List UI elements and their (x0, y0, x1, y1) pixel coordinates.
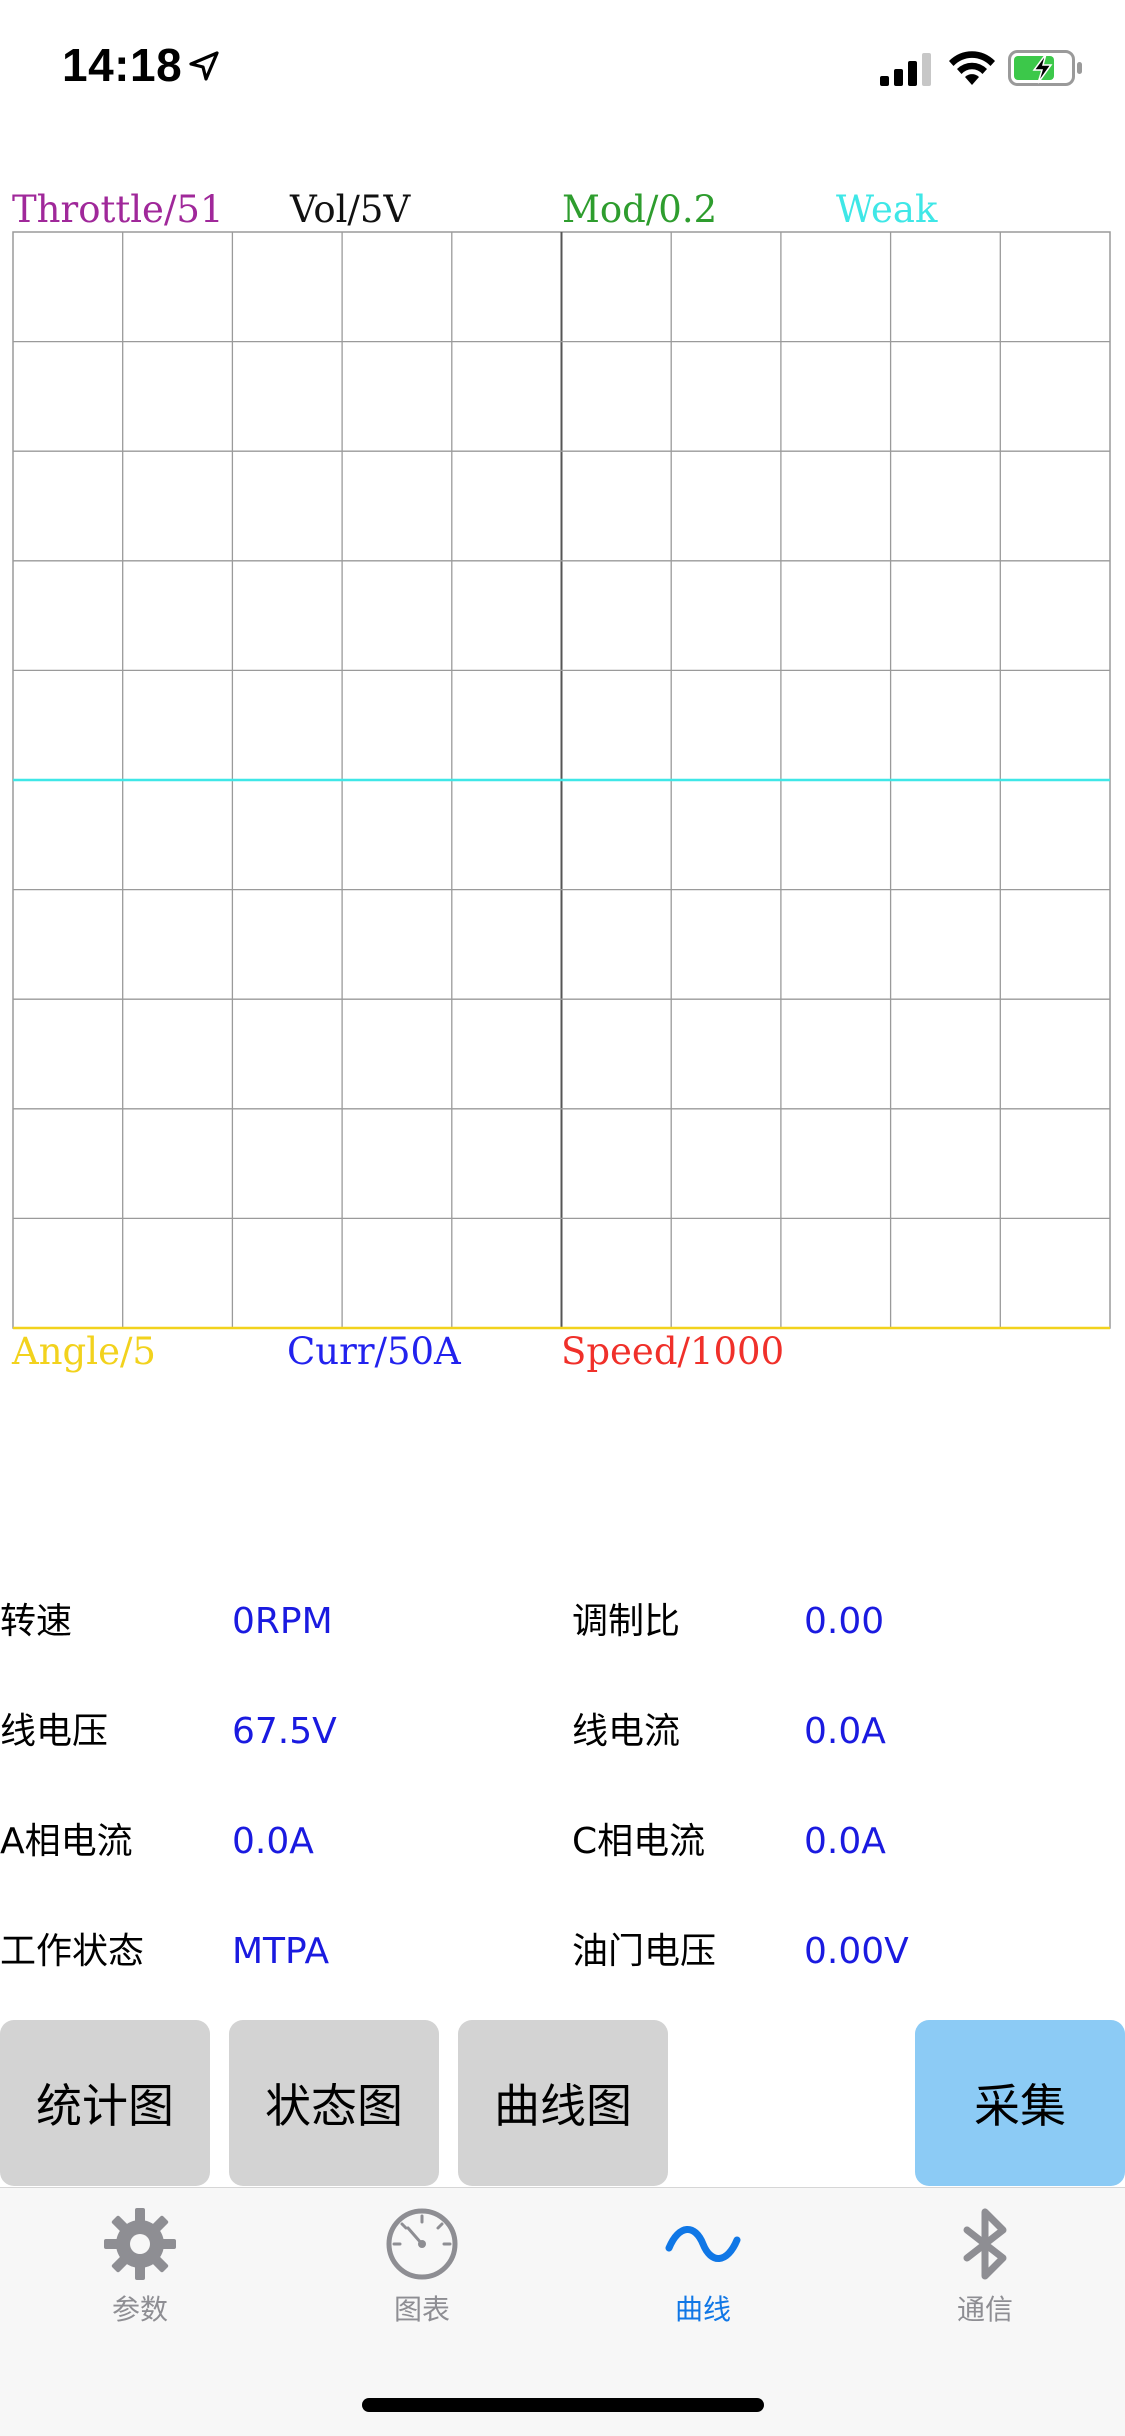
tab-params[interactable]: 参数 (40, 2206, 240, 2336)
tab-label-curves: 曲线 (674, 2293, 731, 2326)
reading-value-throttle-voltage: 0.00V (804, 1931, 909, 1972)
tab-curves[interactable]: 曲线 (603, 2206, 803, 2336)
tab-label-charts: 图表 (393, 2293, 450, 2326)
reading-label-throttle-voltage: 油门电压 (572, 1931, 717, 1972)
reading-label-modulation: 调制比 (572, 1601, 681, 1642)
chart-label-current: Curr/50A (287, 1330, 461, 1373)
tab-comm[interactable]: 通信 (885, 2206, 1085, 2336)
chart-grid (12, 231, 1111, 1330)
collect-button[interactable]: 采集 (915, 2020, 1125, 2186)
curve-chart-button[interactable]: 曲线图 (458, 2020, 668, 2186)
reading-value-line-current: 0.0A (804, 1711, 886, 1752)
reading-label-work-state: 工作状态 (0, 1931, 145, 1972)
gauge-icon (386, 2208, 458, 2280)
reading-value-phase-a-current: 0.0A (232, 1821, 314, 1862)
tab-bar: 参数 图表 曲线 通信 (0, 2187, 1125, 2436)
chart-label-angle: Angle/5 (12, 1330, 156, 1373)
tab-label-comm: 通信 (956, 2293, 1013, 2326)
reading-label-phase-a-current: A相电流 (0, 1821, 133, 1862)
wave-icon (665, 2226, 741, 2262)
home-indicator (362, 2398, 764, 2412)
reading-value-modulation: 0.00 (804, 1601, 885, 1642)
reading-value-line-voltage: 67.5V (232, 1711, 337, 1752)
bluetooth-icon (963, 2208, 1007, 2280)
reading-label-line-voltage: 线电压 (0, 1711, 109, 1752)
reading-value-work-state: MTPA (232, 1931, 330, 1972)
tab-charts[interactable]: 图表 (322, 2206, 522, 2336)
reading-label-speed: 转速 (0, 1601, 73, 1642)
state-chart-button[interactable]: 状态图 (229, 2020, 439, 2186)
gear-icon (104, 2208, 176, 2280)
chart-label-speed: Speed/1000 (561, 1330, 785, 1373)
stats-chart-button[interactable]: 统计图 (0, 2020, 210, 2186)
reading-value-phase-c-current: 0.0A (804, 1821, 886, 1862)
tab-label-params: 参数 (111, 2293, 168, 2326)
reading-label-phase-c-current: C相电流 (572, 1821, 706, 1862)
reading-value-speed: 0RPM (232, 1601, 333, 1642)
reading-label-line-current: 线电流 (572, 1711, 681, 1752)
